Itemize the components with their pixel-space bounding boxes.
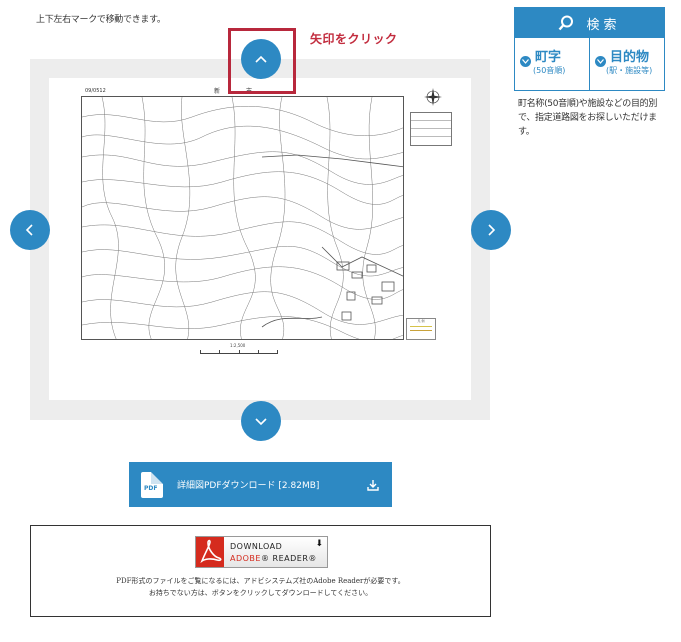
pdf-icon-text: PDF xyxy=(144,484,158,492)
callout-text: 矢印をクリック xyxy=(310,32,398,46)
download-icon xyxy=(367,479,379,491)
adobe-download-text: DOWNLOAD xyxy=(230,542,283,551)
search-icon xyxy=(559,15,574,31)
chevron-down-icon xyxy=(520,56,531,67)
arrow-down-icon: ⬇ xyxy=(315,539,323,549)
adobe-note-1: PDF形式のファイルをご覧になるには、アドビシステムズ社のAdobe Reade… xyxy=(116,577,405,585)
instruction-text: 上下左右マークで移動できます。 xyxy=(36,15,166,25)
search-tab-label: 町字 xyxy=(535,50,562,65)
search-tab-label: 目的物 xyxy=(610,50,650,65)
chevron-down-icon xyxy=(255,418,267,426)
search-header: 検索 xyxy=(515,8,664,38)
search-tab-town[interactable]: 町字 (50音順) xyxy=(515,38,589,90)
scale-bar xyxy=(200,349,278,354)
search-tab-landmark[interactable]: 目的物 (駅・施設等) xyxy=(589,38,664,90)
download-label: 詳細図PDFダウンロード [2.82MB] xyxy=(177,481,320,491)
adobe-reader-download-button[interactable]: DOWNLOAD ADOBE® READER® ⬇ xyxy=(195,536,328,568)
search-title: 検索 xyxy=(586,17,621,33)
map-legend: 凡 例 xyxy=(406,318,436,340)
scale-label: 1:2,500 xyxy=(230,343,246,348)
search-tab-sub: (駅・施設等) xyxy=(606,66,653,75)
pdf-download-button[interactable]: PDF 詳細図PDFダウンロード [2.82MB] xyxy=(129,462,392,507)
search-panel: 検索 町字 (50音順) 目的物 (駅・施設等) xyxy=(514,7,665,91)
adobe-logo-icon xyxy=(196,537,224,567)
north-arrow-icon xyxy=(424,88,442,106)
pdf-file-icon: PDF xyxy=(141,471,163,498)
search-tabs: 町字 (50音順) 目的物 (駅・施設等) xyxy=(515,38,664,90)
map-info-table xyxy=(410,112,452,146)
adobe-note-2: お持ちでない方は、ボタンをクリックしてダウンロードしてください。 xyxy=(148,589,373,597)
search-description: 町名称(50音順)や施設などの目的別で、指定道路図をお探しいただけます。 xyxy=(518,99,658,137)
chevron-left-icon xyxy=(25,224,33,236)
search-tab-sub: (50音順) xyxy=(533,66,566,75)
map-image[interactable] xyxy=(81,96,404,340)
chevron-down-icon xyxy=(595,56,606,67)
pan-down-button[interactable] xyxy=(241,401,281,441)
adobe-brand-text: ADOBE xyxy=(230,554,261,563)
adobe-reader-box: DOWNLOAD ADOBE® READER® ⬇ PDF形式のファイルをご覧に… xyxy=(30,525,491,617)
chevron-right-icon xyxy=(488,224,496,236)
adobe-reader-word: READER xyxy=(272,554,309,563)
page: 上下左右マークで移動できます。 09/0512 新 市 凡 例 1:2,500 … xyxy=(0,0,681,642)
map-sheet-code: 09/0512 xyxy=(85,88,106,94)
highlight-box xyxy=(228,28,296,94)
adobe-reader-text: ADOBE® READER® xyxy=(230,554,317,563)
pan-left-button[interactable] xyxy=(10,210,50,250)
pan-right-button[interactable] xyxy=(471,210,511,250)
